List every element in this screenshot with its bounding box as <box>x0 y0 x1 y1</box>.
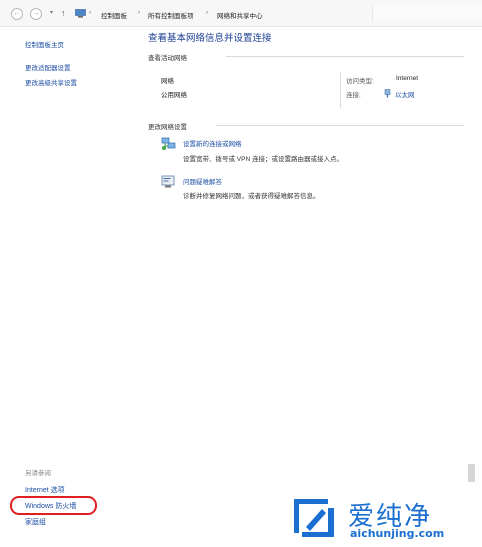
see-also-internet-options[interactable]: Internet 选项 <box>25 485 65 495</box>
sidebar-item-advanced-sharing[interactable]: 更改高级共享设置 <box>25 77 77 87</box>
section-divider <box>216 125 464 126</box>
breadcrumb-control-panel[interactable]: 控制面板 <box>101 10 127 20</box>
setup-connection-link[interactable]: 设置新的连接或网络 <box>183 138 242 148</box>
forward-arrow-icon: → <box>32 10 40 17</box>
highlight-ring <box>10 496 97 515</box>
breadcrumb-network-center[interactable]: 网络和共享中心 <box>217 10 263 20</box>
change-settings-heading: 更改网络设置 <box>148 124 187 131</box>
back-button[interactable]: ← <box>11 8 23 20</box>
breadcrumb-separator: › <box>206 10 208 16</box>
see-also-heading: 另请参阅 <box>25 470 51 477</box>
network-type: 公用网络 <box>161 92 187 99</box>
back-arrow-icon: ← <box>13 10 21 17</box>
address-bar: ← → ▾ ↑ › 控制面板 › 所有控制面板项 › 网络和共享中心 <box>0 0 482 27</box>
access-type-value: Internet <box>396 75 419 82</box>
active-networks-heading: 查看活动网络 <box>148 55 187 62</box>
see-also-homegroup[interactable]: 家庭组 <box>25 517 46 527</box>
setup-connection-description: 设置宽带、拨号或 VPN 连接；或设置路由器或接入点。 <box>183 156 343 163</box>
network-name: 网络 <box>161 78 174 85</box>
recent-locations-dropdown-icon[interactable]: ▾ <box>50 9 53 16</box>
sidebar-item-change-adapter[interactable]: 更改适配器设置 <box>25 62 71 72</box>
forward-button[interactable]: → <box>30 8 42 20</box>
network-setup-icon <box>161 137 176 150</box>
breadcrumb-separator: › <box>89 10 91 16</box>
ethernet-connection-link[interactable]: 以太网 <box>395 89 415 99</box>
troubleshoot-description: 诊断并修复网络问题，或者获得疑难解答信息。 <box>183 193 320 200</box>
up-level-button[interactable]: ↑ <box>61 8 66 18</box>
section-divider <box>226 56 464 57</box>
scrollbar-thumb[interactable] <box>468 464 475 482</box>
column-divider <box>340 72 341 108</box>
search-box[interactable] <box>372 4 482 22</box>
troubleshoot-icon <box>161 175 175 188</box>
troubleshoot-link[interactable]: 问题疑难解答 <box>183 176 222 186</box>
page-title: 查看基本网络信息并设置连接 <box>148 33 272 44</box>
watermark-logo <box>294 499 334 537</box>
breadcrumb-separator: › <box>138 10 140 16</box>
breadcrumb-all-items[interactable]: 所有控制面板项 <box>148 10 194 20</box>
ethernet-icon <box>384 89 391 98</box>
access-type-label: 访问类型: <box>346 78 374 85</box>
watermark-url: aichunjing.com <box>350 527 445 540</box>
sidebar-item-control-panel-home[interactable]: 控制面板主页 <box>25 39 64 49</box>
control-panel-icon <box>75 9 86 18</box>
connection-label: 连接: <box>346 92 361 99</box>
